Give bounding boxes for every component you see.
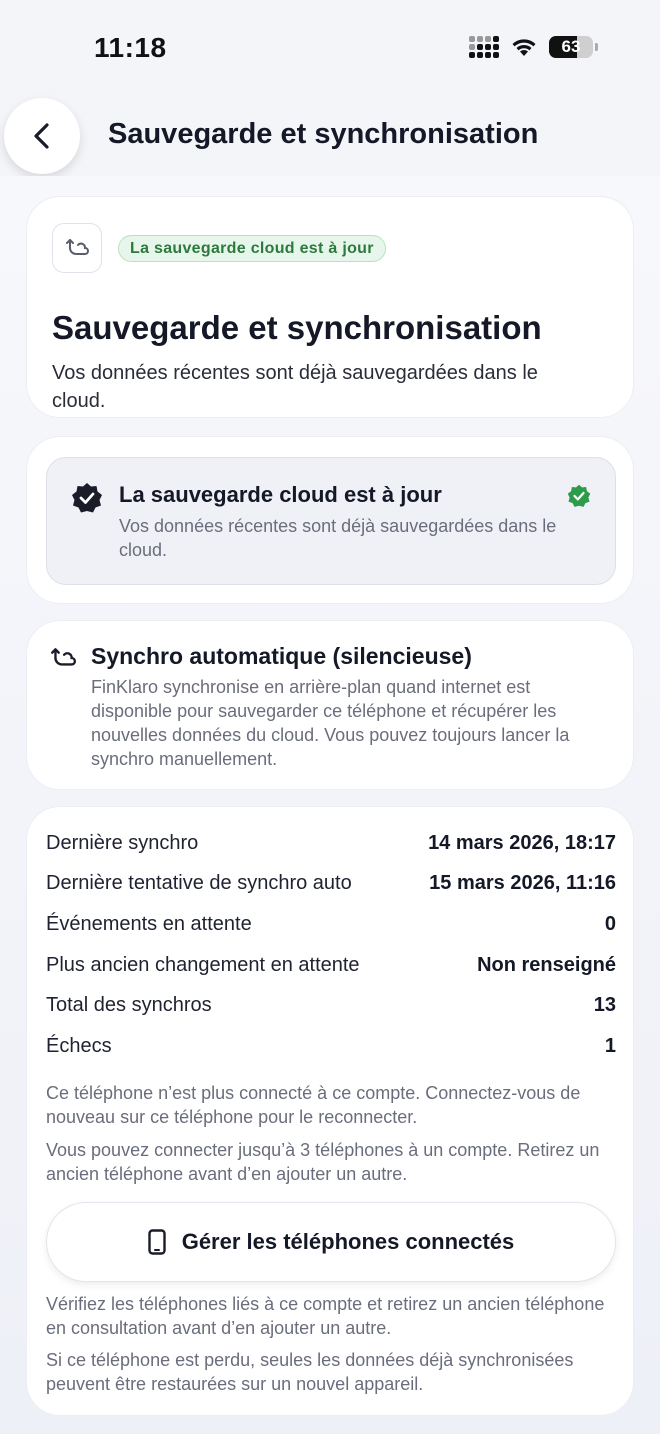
stat-label: Échecs <box>46 1034 112 1057</box>
sync-stats-list: Dernière synchro 14 mars 2026, 18:17 Der… <box>46 823 616 1067</box>
stat-row-last-sync: Dernière synchro 14 mars 2026, 18:17 <box>46 823 616 864</box>
back-button[interactable] <box>4 98 80 174</box>
battery-indicator: 63 <box>549 36 593 58</box>
battery-level: 63 <box>561 37 581 56</box>
stat-value: 1 <box>604 1034 616 1057</box>
stat-label: Événements en attente <box>46 912 252 935</box>
manage-phones-button[interactable]: Gérer les téléphones connectés <box>46 1202 616 1282</box>
chevron-left-icon <box>34 123 49 149</box>
cloud-sync-icon <box>51 648 76 666</box>
status-icons: 63 <box>469 36 598 58</box>
hero-title: Sauvegarde et synchronisation <box>52 309 542 346</box>
hero-icon-box <box>52 223 102 273</box>
verify-phones-note: Vérifiez les téléphones liés à ce compte… <box>46 1294 605 1338</box>
backup-status-description: Vos données récentes sont déjà sauvegard… <box>119 516 557 560</box>
stat-value: 0 <box>604 912 616 935</box>
stat-row-oldest-pending: Plus ancien changement en attente Non re… <box>46 945 616 986</box>
stat-value: Non renseigné <box>477 953 616 976</box>
stat-label: Dernière tentative de synchro auto <box>46 872 352 895</box>
stat-row-pending-events: Événements en attente 0 <box>46 904 616 945</box>
hero-card: La sauvegarde cloud est à jour Sauvegard… <box>26 196 634 418</box>
auto-sync-description: FinKlaro synchronise en arrière-plan qua… <box>91 677 570 769</box>
success-check-icon <box>567 484 591 507</box>
stat-row-last-auto-attempt: Dernière tentative de synchro auto 15 ma… <box>46 864 616 905</box>
stat-row-total-syncs: Total des synchros 13 <box>46 985 616 1026</box>
status-bar: 11:18 63 <box>0 0 660 96</box>
lost-phone-note: Si ce téléphone est perdu, seules les do… <box>46 1350 574 1394</box>
sync-details-card: Dernière synchro 14 mars 2026, 18:17 Der… <box>26 806 634 1416</box>
status-time: 11:18 <box>94 32 167 63</box>
stat-value: 13 <box>593 994 616 1017</box>
auto-sync-card: Synchro automatique (silencieuse) FinKla… <box>26 620 634 790</box>
backup-status-panel: La sauvegarde cloud est à jour Vos donné… <box>46 457 616 585</box>
stat-label: Total des synchros <box>46 994 212 1017</box>
cloud-sync-icon <box>66 239 89 255</box>
content-area[interactable]: La sauvegarde cloud est à jour Sauvegard… <box>0 176 660 1434</box>
stat-row-failures: Échecs 1 <box>46 1026 616 1067</box>
stat-value: 15 mars 2026, 11:16 <box>429 872 616 895</box>
nav-header: Sauvegarde et synchronisation <box>0 96 660 176</box>
battery-cap <box>595 43 598 51</box>
stat-label: Plus ancien changement en attente <box>46 953 360 976</box>
stat-value: 14 mars 2026, 18:17 <box>428 831 616 854</box>
disconnected-note: Ce téléphone n’est plus connecté à ce co… <box>46 1083 581 1127</box>
hero-description: Vos données récentes sont déjà sauvegard… <box>52 362 538 412</box>
smartphone-icon <box>148 1229 166 1255</box>
device-limit-note: Vous pouvez connecter jusqu’à 3 téléphon… <box>46 1140 600 1184</box>
verified-badge-icon <box>72 483 102 513</box>
manage-phones-label: Gérer les téléphones connectés <box>181 1229 515 1254</box>
backup-status-title: La sauvegarde cloud est à jour <box>119 482 442 507</box>
auto-sync-title: Synchro automatique (silencieuse) <box>91 643 472 669</box>
page-title: Sauvegarde et synchronisation <box>108 118 539 150</box>
status-badge: La sauvegarde cloud est à jour <box>118 235 386 262</box>
cellular-signal-icon <box>469 36 499 58</box>
wifi-icon <box>512 39 536 56</box>
stat-label: Dernière synchro <box>46 831 199 854</box>
backup-status-card: La sauvegarde cloud est à jour Vos donné… <box>26 436 634 604</box>
